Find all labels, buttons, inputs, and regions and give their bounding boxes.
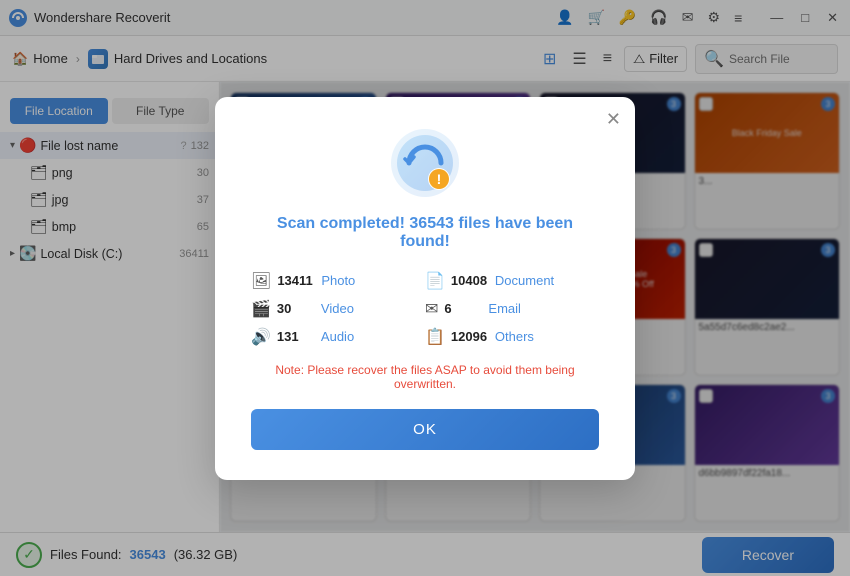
modal-title-text1: Scan completed! <box>277 215 405 232</box>
stat-email-row: ✉ 6 Email <box>425 299 599 319</box>
recoverit-logo: ! <box>389 127 461 199</box>
modal-close-button[interactable]: ✕ <box>606 109 621 130</box>
stat-document-row: 📄 10408 Document <box>425 271 599 291</box>
email-count: 6 <box>444 301 482 316</box>
others-icon: 📋 <box>425 327 445 347</box>
modal-overlay: ✕ ! Scan com <box>0 0 850 576</box>
email-icon: ✉ <box>425 299 438 319</box>
video-count: 30 <box>277 301 315 316</box>
video-icon: 🎬 <box>251 299 271 319</box>
audio-count: 131 <box>277 329 315 344</box>
email-link[interactable]: Email <box>488 301 521 316</box>
modal-icon-wrap: ! <box>251 127 599 199</box>
scan-complete-modal: ✕ ! Scan com <box>215 97 635 480</box>
document-link[interactable]: Document <box>495 273 554 288</box>
photo-count: 13411 <box>277 273 315 288</box>
audio-icon: 🔊 <box>251 327 271 347</box>
stat-photo-row: 🖼 13411 Photo <box>251 271 425 291</box>
others-count: 12096 <box>451 329 489 344</box>
modal-ok-button[interactable]: OK <box>251 409 599 450</box>
svg-text:!: ! <box>437 171 442 187</box>
document-count: 10408 <box>451 273 489 288</box>
modal-stats: 🖼 13411 Photo 📄 10408 Document 🎬 30 Vide… <box>251 271 599 347</box>
photo-link[interactable]: Photo <box>321 273 355 288</box>
stat-others-row: 📋 12096 Others <box>425 327 599 347</box>
audio-link[interactable]: Audio <box>321 329 354 344</box>
modal-note: Note: Please recover the files ASAP to a… <box>251 363 599 391</box>
stat-audio-row: 🔊 131 Audio <box>251 327 425 347</box>
document-icon: 📄 <box>425 271 445 291</box>
photo-icon: 🖼 <box>251 271 271 291</box>
stat-video-row: 🎬 30 Video <box>251 299 425 319</box>
others-link[interactable]: Others <box>495 329 534 344</box>
modal-title: Scan completed! 36543 files have been fo… <box>251 215 599 251</box>
modal-highlight-count: 36543 <box>409 215 454 232</box>
video-link[interactable]: Video <box>321 301 354 316</box>
